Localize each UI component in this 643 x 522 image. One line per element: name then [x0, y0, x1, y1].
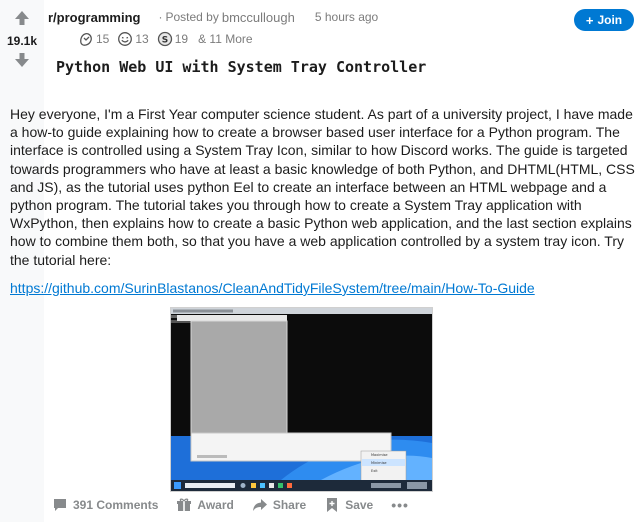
- plus-icon: +: [585, 12, 594, 28]
- comment-icon: [54, 499, 66, 511]
- laugh-award-icon[interactable]: [117, 31, 133, 47]
- upvote-arrow-icon[interactable]: [14, 10, 30, 26]
- downvote-arrow-icon[interactable]: [14, 52, 30, 68]
- svg-text:S: S: [161, 36, 167, 46]
- tray-menu-exit[interactable]: Exit: [371, 469, 378, 473]
- award-count: 13: [135, 32, 149, 46]
- vote-count: 19.1k: [6, 34, 38, 48]
- desktop-screenshot: Maximise Minimise Exit: [171, 308, 432, 491]
- award-label: Award: [197, 498, 234, 512]
- tray-menu-minimise[interactable]: Minimise: [371, 461, 387, 465]
- more-options-button[interactable]: •••: [391, 497, 409, 513]
- post-title[interactable]: Python Web UI with System Tray Controlle…: [56, 58, 426, 76]
- timestamp[interactable]: 5 hours ago: [315, 10, 378, 24]
- join-button[interactable]: + Join: [574, 9, 634, 31]
- post-body-link[interactable]: https://github.com/SurinBlastanos/CleanA…: [10, 280, 535, 296]
- award-count: 15: [96, 32, 110, 46]
- bookmark-plus-icon: [327, 498, 338, 512]
- more-awards-link[interactable]: & 11 More: [198, 32, 252, 46]
- hand-award-icon[interactable]: [78, 31, 94, 47]
- share-label: Share: [272, 498, 307, 512]
- join-label: Join: [597, 13, 623, 27]
- share-button[interactable]: Share: [252, 497, 306, 513]
- save-label: Save: [345, 498, 374, 512]
- separator-dot: ·: [158, 10, 163, 24]
- awards-row: 15 13 S 19 & 11 More: [78, 31, 253, 47]
- award-count: 19: [174, 32, 189, 46]
- award-button[interactable]: Award: [176, 497, 234, 513]
- comments-button[interactable]: 391 Comments: [52, 497, 158, 513]
- gift-icon: [177, 498, 192, 511]
- subreddit-link[interactable]: r/programming: [48, 10, 140, 25]
- save-button[interactable]: Save: [324, 497, 373, 513]
- post-actions-bar: 391 Comments Award Share Save •••: [52, 495, 409, 515]
- silver-award-icon[interactable]: S: [157, 31, 173, 47]
- comments-label: 391 Comments: [73, 498, 159, 512]
- posted-by-label: Posted by: [165, 10, 219, 24]
- username-link[interactable]: bmccullough: [222, 10, 295, 25]
- post-image[interactable]: Maximise Minimise Exit: [170, 307, 433, 492]
- post-body: Hey everyone, I'm a First Year computer …: [10, 106, 635, 268]
- share-arrow-icon: [252, 499, 267, 511]
- post-meta: r/programming · Posted by bmccullough 5 …: [48, 7, 468, 27]
- tray-menu-maximise[interactable]: Maximise: [371, 453, 388, 457]
